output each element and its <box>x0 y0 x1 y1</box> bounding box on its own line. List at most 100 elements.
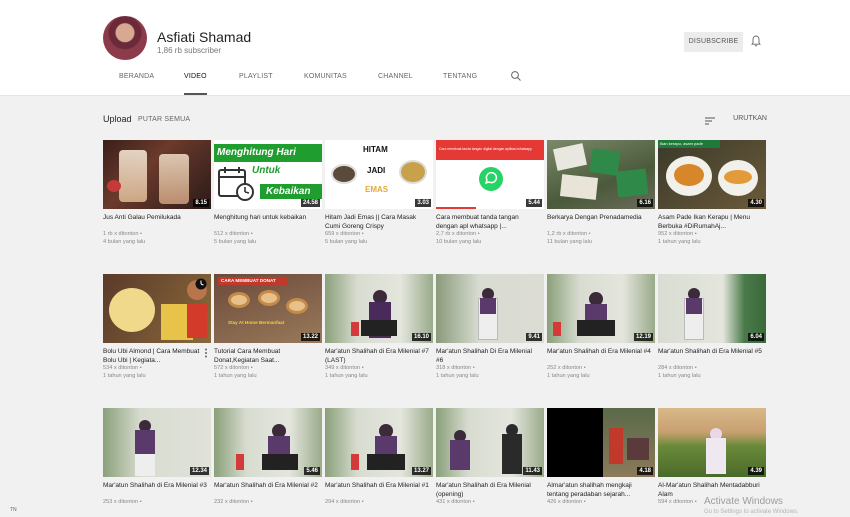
thumb-title: Ikan kerapu, asam pade <box>660 141 703 146</box>
video-duration: 6.16 <box>637 199 653 207</box>
video-thumbnail[interactable]: 13.27 <box>325 408 433 477</box>
video-card[interactable]: 12.34 Mar'atun Shalihah di Era Milenial … <box>103 408 211 517</box>
video-title[interactable]: Mar'atun Shalihah Di Era Milenial #6 <box>436 348 540 365</box>
video-title[interactable]: Tutorial Cara Membuat Donat,Kegiatan Saa… <box>214 348 318 365</box>
video-title[interactable]: Almar'atun shalihah mengkaji tentang per… <box>547 482 651 499</box>
video-age: 4 bulan yang lalu <box>103 239 146 245</box>
video-thumbnail[interactable]: 12.34 <box>103 408 211 477</box>
video-title[interactable]: Hitam Jadi Emas || Cara Masak Cumi Goren… <box>325 214 429 231</box>
video-card[interactable]: CARA MEMBUAT DONAT Stay At Home Bermanfa… <box>214 274 322 394</box>
video-card[interactable]: Bolu Ubi Almond | Cara Membuat Bolu Ubi … <box>103 274 211 394</box>
thumb-title: Cara membuat tanda tangan digital dengan… <box>439 147 532 151</box>
thumb-title: CARA MEMBUAT DONAT <box>221 278 276 283</box>
tab-komunitas[interactable]: KOMUNITAS <box>304 73 347 95</box>
video-age: 5 bulan yang lalu <box>325 239 368 245</box>
channel-header: Asfiati Shamad 1,86 rb subscriber DISUBS… <box>0 0 850 96</box>
video-views: 431 x ditonton • <box>436 499 475 505</box>
video-thumbnail[interactable]: 4.39 <box>658 408 766 477</box>
video-title[interactable]: Mar'atun Shalihah di Era Milenial #5 <box>658 348 762 357</box>
video-thumbnail[interactable]: 6.16 <box>547 140 655 209</box>
video-card[interactable]: 6.16 Berkarya Dengan Prenadamedia 1,2 rb… <box>547 140 655 260</box>
clock-icon <box>195 278 207 290</box>
video-thumbnail[interactable]: 6.04 <box>658 274 766 343</box>
calendar-clock-icon <box>218 167 254 201</box>
video-card[interactable]: 8.15 Jus Anti Galau Pemilukada 1 rb x di… <box>103 140 211 260</box>
tab-video[interactable]: VIDEO <box>184 73 207 95</box>
video-thumbnail[interactable]: Menghitung Hari Untuk Kebaikan 24.58 <box>214 140 322 209</box>
video-age: 11 bulan yang lalu <box>547 239 592 245</box>
video-views: 512 x ditonton • <box>214 231 253 237</box>
video-thumbnail[interactable]: 5.46 <box>214 408 322 477</box>
video-title[interactable]: Mar'atun Shalihah di Era Milenial #4 <box>547 348 651 357</box>
video-title[interactable]: Mar'atun Shalihah di Era Milenial (openi… <box>436 482 540 499</box>
video-title[interactable]: Menghitung hari untuk kebaikan <box>214 214 318 223</box>
video-age: 1 tahun yang lalu <box>214 373 257 379</box>
video-duration: 4.18 <box>637 467 653 475</box>
video-card[interactable]: 6.04 Mar'atun Shalihah di Era Milenial #… <box>658 274 766 394</box>
video-card[interactable]: 4.18 Almar'atun shalihah mengkaji tentan… <box>547 408 655 517</box>
video-duration: 3.03 <box>415 199 431 207</box>
thumb-title: JADI <box>367 166 386 175</box>
video-card[interactable]: 5.46 Mar'atun Shalihah di Era Milenial #… <box>214 408 322 517</box>
thumb-title: Kebaikan <box>266 186 311 197</box>
video-thumbnail[interactable]: CARA MEMBUAT DONAT Stay At Home Bermanfa… <box>214 274 322 343</box>
video-card[interactable]: 11.43 Mar'atun Shalihah di Era Milenial … <box>436 408 544 517</box>
video-thumbnail[interactable]: Cara membuat tanda tangan digital dengan… <box>436 140 544 209</box>
video-views: 594 x ditonton • <box>658 499 697 505</box>
bell-icon[interactable] <box>751 35 761 47</box>
video-thumbnail[interactable] <box>103 274 211 343</box>
video-title[interactable]: Berkarya Dengan Prenadamedia <box>547 214 651 223</box>
more-options-icon[interactable] <box>204 348 208 358</box>
video-thumbnail[interactable]: 4.18 <box>547 408 655 477</box>
video-thumbnail[interactable]: 12.19 <box>547 274 655 343</box>
video-title[interactable]: Mar'atun Shalihah di Era Milenial #1 <box>325 482 429 491</box>
video-card[interactable]: Cara membuat tanda tangan digital dengan… <box>436 140 544 260</box>
video-card[interactable]: Ikan kerapu, asam pade 4.30 Asam Pade Ik… <box>658 140 766 260</box>
video-views: 349 x ditonton • <box>325 365 364 371</box>
video-duration: 8.15 <box>193 199 209 207</box>
video-duration: 16.10 <box>411 333 431 341</box>
video-title[interactable]: Bolu Ubi Almond | Cara Membuat Bolu Ubi … <box>103 348 207 365</box>
video-card[interactable]: 13.27 Mar'atun Shalihah di Era Milenial … <box>325 408 433 517</box>
video-thumbnail[interactable]: 8.15 <box>103 140 211 209</box>
channel-avatar[interactable] <box>103 16 147 60</box>
corner-label: TN <box>10 507 17 513</box>
video-title[interactable]: Mar'atun Shalihah di Era Milenial #2 <box>214 482 318 491</box>
video-duration: 11.43 <box>523 467 542 475</box>
unsubscribe-button[interactable]: DISUBSCRIBE <box>684 32 743 52</box>
activate-windows-subtitle: Go to Settings to activate Windows. <box>704 509 799 515</box>
video-duration: 5.44 <box>526 199 542 207</box>
video-age: 1 tahun yang lalu <box>436 373 479 379</box>
tab-tentang[interactable]: TENTANG <box>443 73 477 95</box>
sort-button[interactable]: URUTKAN <box>733 115 767 122</box>
play-all-button[interactable]: PUTAR SEMUA <box>138 116 190 123</box>
tab-playlist[interactable]: PLAYLIST <box>239 73 273 95</box>
video-title[interactable]: Mar'atun Shalihah di Era Milenial #7 (LA… <box>325 348 429 365</box>
activate-windows-title: Activate Windows <box>704 496 783 507</box>
video-thumbnail[interactable]: HITAM JADI EMAS 3.03 <box>325 140 433 209</box>
thumb-title: Stay At Home Bermanfaat <box>228 320 285 325</box>
video-thumbnail[interactable]: 11.43 <box>436 408 544 477</box>
video-thumbnail[interactable]: 9.41 <box>436 274 544 343</box>
tab-beranda[interactable]: BERANDA <box>119 73 154 95</box>
video-title[interactable]: Jus Anti Galau Pemilukada <box>103 214 207 223</box>
video-views: 253 x ditonton • <box>103 499 142 505</box>
video-card[interactable]: 12.19 Mar'atun Shalihah di Era Milenial … <box>547 274 655 394</box>
sort-icon[interactable] <box>705 117 715 125</box>
video-title[interactable]: Mar'atun Shalihah di Era Milenial #3 <box>103 482 207 491</box>
video-card[interactable]: HITAM JADI EMAS 3.03 Hitam Jadi Emas || … <box>325 140 433 260</box>
video-duration: 12.34 <box>189 467 209 475</box>
video-views: 284 x ditonton • <box>658 365 697 371</box>
video-card[interactable]: 9.41 Mar'atun Shalihah Di Era Milenial #… <box>436 274 544 394</box>
video-duration: 5.46 <box>304 467 320 475</box>
search-icon[interactable] <box>510 70 522 82</box>
video-age: 1 tahun yang lalu <box>103 373 146 379</box>
tab-channel[interactable]: CHANNEL <box>378 73 413 95</box>
video-thumbnail[interactable]: 16.10 <box>325 274 433 343</box>
video-duration: 6.04 <box>748 333 764 341</box>
video-thumbnail[interactable]: Ikan kerapu, asam pade 4.30 <box>658 140 766 209</box>
video-card[interactable]: Menghitung Hari Untuk Kebaikan 24.58 Men… <box>214 140 322 260</box>
video-card[interactable]: 16.10 Mar'atun Shalihah di Era Milenial … <box>325 274 433 394</box>
video-title[interactable]: Asam Pade Ikan Kerapu | Menu Berbuka #Di… <box>658 214 762 231</box>
video-title[interactable]: Cara membuat tanda tangan dengan apl wha… <box>436 214 540 231</box>
